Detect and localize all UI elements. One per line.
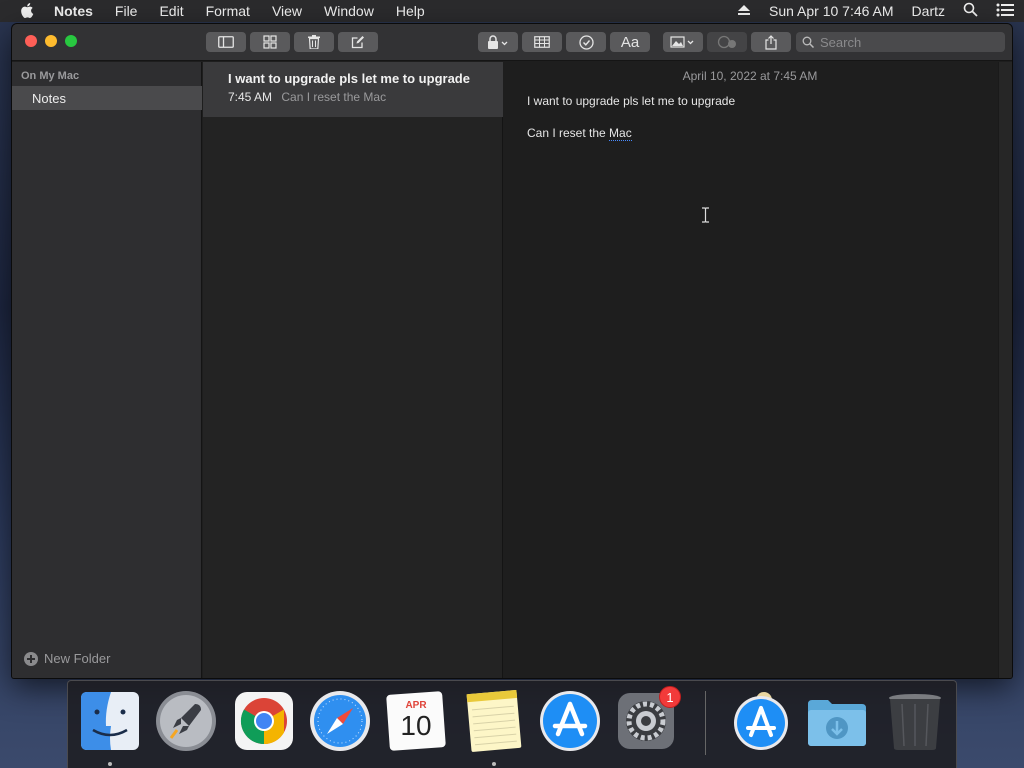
running-indicator [492,762,496,766]
list-item[interactable]: I want to upgrade pls let me to upgrade … [203,62,503,117]
lock-note-button[interactable] [478,32,518,52]
new-note-button[interactable] [338,32,378,52]
safari-icon[interactable] [309,690,371,752]
calendar-day: 10 [400,710,432,741]
system-preferences-icon[interactable]: 1 [615,686,681,752]
sidebar-icon [218,36,234,48]
notification-badge: 1 [659,686,681,708]
menu-help[interactable]: Help [396,3,425,19]
dock: APR 10 1 [67,680,957,768]
trash-can-icon[interactable] [884,690,946,752]
delete-note-button[interactable] [294,32,334,52]
zoom-window-button[interactable] [65,35,77,47]
finder-icon[interactable] [79,690,141,752]
share-icon [765,34,777,50]
folders-sidebar: On My Mac Notes New Folder [12,62,202,678]
new-folder-button[interactable]: New Folder [24,651,110,666]
downloads-folder-icon[interactable] [806,690,868,752]
text-cursor-icon [702,207,709,223]
note-preview: Can I reset the Mac [281,90,387,104]
notes-app-icon[interactable] [463,690,525,752]
trash-icon [308,35,320,49]
note-body-line[interactable]: Can I reset the Mac [527,126,632,141]
insert-table-button[interactable] [522,32,562,52]
sidebar-item-notes[interactable]: Notes [12,86,202,110]
note-body-line[interactable]: I want to upgrade pls let me to upgrade [527,94,735,108]
menu-window[interactable]: Window [324,3,374,19]
format-text-button[interactable]: Aa [610,32,650,52]
table-icon [534,36,550,48]
photo-icon [670,36,694,48]
new-folder-label: New Folder [44,651,111,666]
dock-separator [705,691,706,755]
note-date: April 10, 2022 at 7:45 AM [682,69,818,83]
note-meta: 7:45 AM Can I reset the Mac [228,90,503,104]
add-circle-icon [24,651,38,666]
notes-window: Aa On My Mac Notes New Folder I want to … [12,24,1012,678]
menu-file[interactable]: File [115,3,138,19]
app-menu-notes[interactable]: Notes [54,3,93,19]
note-body-text: Can I reset the [527,126,610,140]
menubar-user[interactable]: Dartz [912,3,945,19]
menu-view[interactable]: View [272,3,302,19]
share-button[interactable] [751,32,791,52]
calendar-icon[interactable]: APR 10 [385,690,447,752]
gallery-view-button[interactable] [250,32,290,52]
search-field[interactable] [796,32,1005,52]
menu-edit[interactable]: Edit [159,3,183,19]
search-input[interactable] [820,34,960,50]
checklist-button[interactable] [566,32,606,52]
search-icon [802,36,814,48]
sidebar-section-header: On My Mac [21,70,80,82]
misspelled-word[interactable]: Mac [609,126,632,141]
launchpad-icon[interactable] [155,690,217,752]
menubar-status-area: Sun Apr 10 7:46 AM Dartz [719,0,1014,22]
menu-bar: Notes File Edit Format View Window Help … [0,0,1024,22]
eject-icon[interactable] [737,3,751,19]
checkmark-circle-icon [578,34,594,50]
window-toolbar: Aa [12,24,1012,61]
running-indicator [108,762,112,766]
chrome-icon[interactable] [233,690,295,752]
lock-icon [488,35,508,49]
text-format-icon: Aa [620,33,640,51]
add-people-icon [717,35,736,49]
note-editor[interactable]: April 10, 2022 at 7:45 AM I want to upgr… [504,62,1012,678]
close-window-button[interactable] [25,35,37,47]
add-people-button[interactable] [707,32,747,52]
note-time: 7:45 AM [228,90,273,104]
minimize-window-button[interactable] [45,35,57,47]
menu-format[interactable]: Format [206,3,250,19]
menubar-clock[interactable]: Sun Apr 10 7:46 AM [769,3,894,19]
toggle-sidebar-button[interactable] [206,32,246,52]
compose-icon [351,36,364,49]
notification-center-icon[interactable] [996,3,1014,20]
note-list: I want to upgrade pls let me to upgrade … [203,62,503,678]
apple-menu-icon[interactable] [20,3,36,19]
add-media-button[interactable] [663,32,703,52]
editor-scrollbar[interactable] [998,62,1012,678]
app-store-icon[interactable] [539,690,601,752]
spotlight-search-icon[interactable] [963,2,978,20]
app-store-installer-icon[interactable] [730,690,792,752]
note-title: I want to upgrade pls let me to upgrade [228,71,470,86]
grid-icon [263,35,277,49]
